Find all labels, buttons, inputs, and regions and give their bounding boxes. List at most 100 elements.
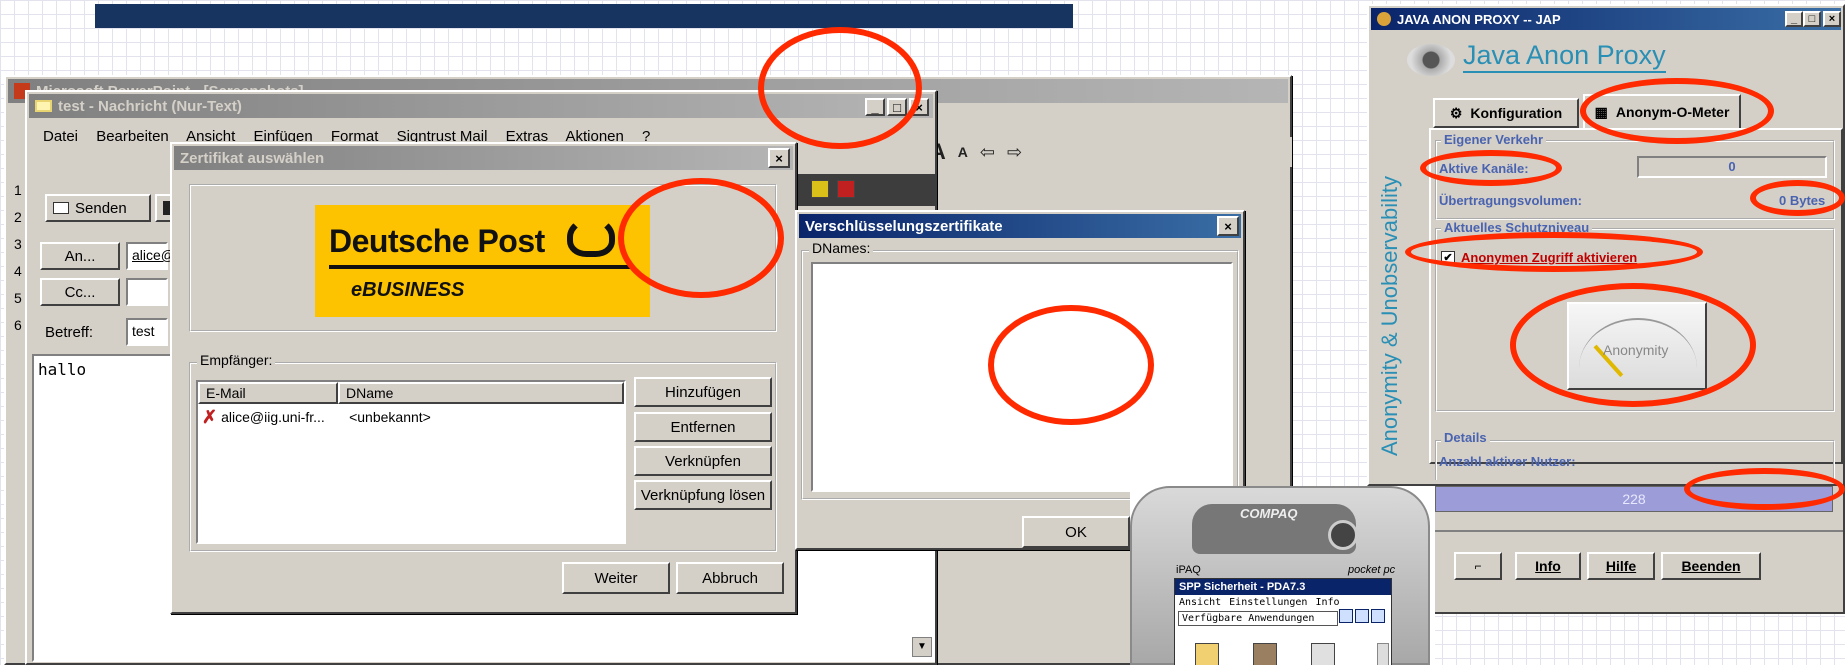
- pda-model: iPAQ: [1176, 564, 1201, 576]
- sign-icon[interactable]: [811, 180, 829, 198]
- tab-meter-label: Anonym-O-Meter: [1615, 104, 1730, 120]
- list-header: E-Mail DName: [198, 382, 624, 404]
- promote-icon[interactable]: ⇦: [980, 142, 995, 163]
- details-group-label: Details: [1441, 430, 1490, 445]
- dnames-group-label: DNames:: [809, 240, 874, 256]
- pda-screen: SPP Sicherheit - PDA7.3 Ansicht Einstell…: [1174, 578, 1392, 665]
- pda-dropdown-value: Verfügbare Anwendungen: [1182, 613, 1315, 624]
- cancel-button-label: Abbruch: [702, 569, 758, 587]
- to-field[interactable]: alice@: [126, 242, 175, 270]
- scroll-down-arrow[interactable]: ▼: [912, 637, 932, 657]
- encryption-dialog-title: Verschlüsselungszertifikate: [805, 217, 1003, 235]
- tab-konfiguration[interactable]: ⚙ Konfiguration: [1433, 98, 1579, 128]
- cc-field[interactable]: [126, 278, 168, 306]
- jap-panel-bottom: [1429, 530, 1843, 532]
- view-small-icon[interactable]: [1355, 609, 1369, 623]
- cc-button[interactable]: Cc...: [40, 278, 120, 306]
- users-label: Anzahl aktiver Nutzer:: [1439, 454, 1576, 469]
- close-button[interactable]: ×: [909, 98, 929, 116]
- info-button[interactable]: Info: [1515, 552, 1581, 580]
- posthorn-icon: [567, 217, 615, 257]
- users-bar: 228: [1435, 486, 1833, 512]
- pda-button-icon[interactable]: [1328, 520, 1358, 550]
- to-button-label: An...: [64, 247, 96, 265]
- remove-button[interactable]: Entfernen: [634, 412, 772, 442]
- pda-app-icon[interactable]: [1311, 643, 1335, 665]
- encryption-dialog-titlebar: Verschlüsselungszertifikate: [799, 214, 1241, 238]
- meter-icon: ▦: [1594, 103, 1608, 120]
- active-channels-value: 0: [1637, 156, 1827, 178]
- pda-app-icon[interactable]: [1195, 643, 1219, 665]
- logo-title: Deutsche Post: [329, 223, 545, 259]
- font-shrink-icon[interactable]: A: [958, 144, 968, 160]
- mail-toolbar-strip: [797, 174, 937, 206]
- deutsche-post-logo: Deutsche Post eBUSINESS: [315, 205, 650, 317]
- close-button[interactable]: ×: [1823, 11, 1841, 27]
- dnames-list[interactable]: [811, 262, 1233, 492]
- restore-icon: ⌐: [1474, 559, 1482, 573]
- ok-button[interactable]: OK: [1022, 516, 1130, 548]
- pda-menu-info[interactable]: Info: [1315, 597, 1339, 608]
- traffic-group-label: Eigener Verkehr: [1441, 132, 1546, 147]
- minimize-button[interactable]: _: [1785, 11, 1803, 27]
- view-list-icon[interactable]: [1371, 609, 1385, 623]
- cc-button-label: Cc...: [64, 283, 96, 301]
- quit-button[interactable]: Beenden: [1661, 552, 1761, 580]
- subject-label: Betreff:: [45, 324, 94, 341]
- recipients-list[interactable]: E-Mail DName ✗ alice@iig.uni-fr... <unbe…: [196, 380, 626, 544]
- tab-anonym-o-meter[interactable]: ▦ Anonym-O-Meter: [1583, 94, 1741, 128]
- pda-menu-ansicht[interactable]: Ansicht: [1179, 597, 1221, 608]
- envelope-icon: [35, 100, 52, 112]
- row-email: alice@iig.uni-fr...: [221, 409, 325, 425]
- traffic-group: [1435, 140, 1835, 220]
- unlink-button[interactable]: Verknüpfung lösen: [634, 480, 772, 510]
- pda-scrollbar[interactable]: [1377, 643, 1389, 665]
- link-button[interactable]: Verknüpfen: [634, 446, 772, 476]
- recipients-group-label: Empfänger:: [197, 352, 276, 368]
- pda-app-icon[interactable]: [1253, 643, 1277, 665]
- active-channels-number: 0: [1728, 159, 1736, 174]
- slide-header-bar: [95, 4, 1073, 28]
- pda-device: COMPAQ iPAQ pocket pc SPP Sicherheit - P…: [1130, 486, 1435, 665]
- view-large-icon[interactable]: [1339, 609, 1353, 623]
- minimize-to-tray-button[interactable]: ⌐: [1454, 552, 1502, 580]
- send-button[interactable]: Senden: [45, 194, 151, 222]
- maximize-button[interactable]: □: [1803, 11, 1821, 27]
- pda-menu-einstellungen[interactable]: Einstellungen: [1229, 597, 1307, 608]
- next-button[interactable]: Weiter: [562, 562, 670, 594]
- minimize-button[interactable]: _: [865, 98, 885, 116]
- jap-app-icon: [1377, 12, 1391, 26]
- table-row[interactable]: ✗ alice@iig.uni-fr... <unbekannt>: [198, 404, 624, 430]
- demote-icon[interactable]: ⇨: [1007, 142, 1022, 163]
- volume-label: Übertragungsvolumen:: [1439, 193, 1583, 208]
- unlink-button-label: Verknüpfung lösen: [640, 486, 766, 504]
- help-button[interactable]: Hilfe: [1587, 552, 1655, 580]
- to-button[interactable]: An...: [40, 242, 120, 270]
- pda-dropdown[interactable]: Verfügbare Anwendungen: [1178, 611, 1338, 626]
- col-header-dname[interactable]: DName: [338, 382, 624, 404]
- logo-subtitle: eBUSINESS: [351, 279, 465, 301]
- jap-side-text: Anonymity & Unobservability: [1377, 176, 1403, 456]
- next-button-label: Weiter: [594, 569, 638, 587]
- add-button-label: Hinzufügen: [665, 383, 741, 401]
- jap-title: JAVA ANON PROXY -- JAP: [1397, 11, 1561, 27]
- subject-field[interactable]: test: [126, 318, 168, 346]
- add-button[interactable]: Hinzufügen: [634, 377, 772, 407]
- certificate-dialog-title: Zertifikat auswählen: [180, 149, 325, 167]
- close-button[interactable]: ×: [1217, 216, 1239, 236]
- col-dname-label: DName: [346, 385, 394, 401]
- maximize-button[interactable]: □: [887, 98, 907, 116]
- subject-field-value: test: [132, 323, 155, 339]
- jap-lower-panel: 228 ⌐ Info Hilfe Beenden: [1367, 486, 1845, 614]
- jap-brand: Java Anon Proxy: [1463, 40, 1666, 73]
- menu-bearbeiten[interactable]: Bearbeiten: [96, 128, 169, 145]
- cancel-button[interactable]: Abbruch: [676, 562, 784, 594]
- users-count: 228: [1622, 491, 1646, 507]
- volume-value: 0 Bytes: [1779, 193, 1826, 208]
- menu-datei[interactable]: Datei: [43, 128, 78, 145]
- col-header-email[interactable]: E-Mail: [198, 382, 338, 404]
- encrypt-icon[interactable]: [837, 180, 855, 198]
- close-button[interactable]: ×: [768, 148, 790, 168]
- anon-checkbox[interactable]: ✔ Anonymen Zugriff aktivieren: [1441, 250, 1637, 265]
- jap-window: JAVA ANON PROXY -- JAP _ □ × Java Anon P…: [1367, 4, 1845, 486]
